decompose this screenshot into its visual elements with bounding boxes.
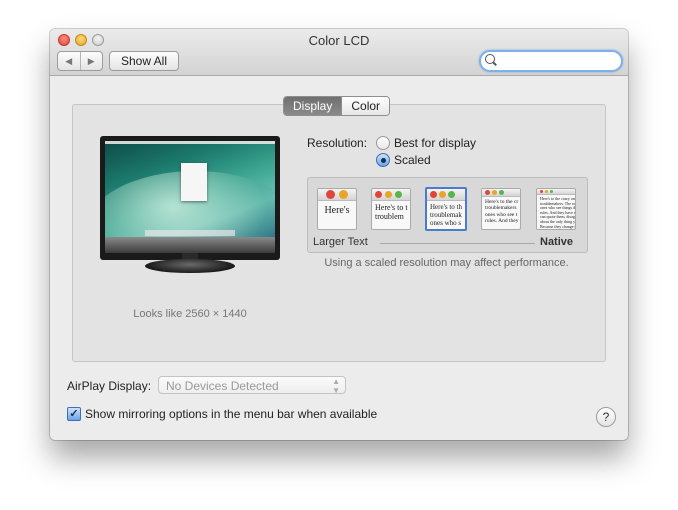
airplay-value: No Devices Detected [166, 379, 279, 393]
scale-preview-text: Here's to t troublem [375, 203, 408, 222]
help-button[interactable]: ? [596, 407, 616, 427]
larger-text-label: Larger Text [313, 236, 368, 248]
monitor-image [100, 136, 280, 286]
radio-button[interactable] [376, 153, 390, 167]
select-arrows-icon: ▲ ▼ [332, 377, 340, 395]
back-arrow-icon: ◀ [65, 55, 73, 66]
forward-arrow-icon: ▶ [87, 55, 95, 66]
scale-preview-text: Here's [324, 205, 350, 216]
resolution-label: Resolution: [307, 136, 368, 150]
scale-preview-text: Here's to the cr troublemakers ones who … [485, 199, 519, 224]
back-button[interactable]: ◀ [58, 52, 80, 70]
search-field[interactable] [479, 50, 623, 72]
scale-option-1[interactable]: Here's [317, 188, 357, 230]
title-bar: Color LCD ◀ ▶ Show All [50, 29, 628, 76]
radio-button[interactable] [376, 136, 390, 150]
mirroring-option[interactable]: ✓ Show mirroring options in the menu bar… [67, 407, 377, 421]
search-input[interactable] [497, 53, 613, 67]
radio-label: Scaled [394, 153, 431, 167]
monitor-bezel [100, 136, 280, 260]
monitor-screen [105, 141, 275, 237]
mirroring-label: Show mirroring options in the menu bar w… [85, 407, 378, 421]
preferences-window: Color LCD ◀ ▶ Show All Display Color Loo… [50, 29, 628, 440]
scale-option-4[interactable]: Here's to the cr troublemakers ones who … [481, 188, 521, 230]
window-title: Color LCD [308, 33, 370, 48]
scale-preview-text: Here's to th troublemak ones who s [430, 203, 462, 228]
show-all-button[interactable]: Show All [109, 51, 179, 71]
scale-option-2[interactable]: Here's to t troublem [371, 188, 411, 230]
tab-color[interactable]: Color [341, 97, 390, 115]
radio-scaled[interactable]: Scaled [376, 153, 431, 167]
tab-bar: Display Color [283, 96, 391, 116]
airplay-select[interactable]: No Devices Detected ▲ ▼ [158, 376, 346, 395]
scale-preview-text: Here's to the crazy one troublemakers. T… [540, 196, 575, 229]
radio-best-for-display[interactable]: Best for display [376, 136, 476, 150]
scale-option-3[interactable]: Here's to th troublemak ones who s [425, 187, 467, 231]
search-icon [485, 54, 495, 64]
airplay-label: AirPlay Display: [67, 379, 152, 393]
scale-option-5[interactable]: Here's to the crazy one troublemakers. T… [536, 188, 576, 230]
scale-options: Here's Here's to t troublem Here's to th… [307, 177, 588, 253]
mirroring-checkbox[interactable]: ✓ [67, 407, 81, 421]
tab-display[interactable]: Display [284, 97, 342, 115]
monitor-stand [145, 259, 235, 273]
forward-button[interactable]: ▶ [79, 52, 103, 70]
scale-divider [380, 243, 535, 244]
navigation-buttons: ◀ ▶ [57, 51, 103, 71]
radio-label: Best for display [394, 136, 477, 150]
native-label: Native [540, 236, 574, 248]
performance-note: Using a scaled resolution may affect per… [324, 257, 569, 269]
looks-like-label: Looks like 2560 × 1440 [133, 308, 247, 320]
